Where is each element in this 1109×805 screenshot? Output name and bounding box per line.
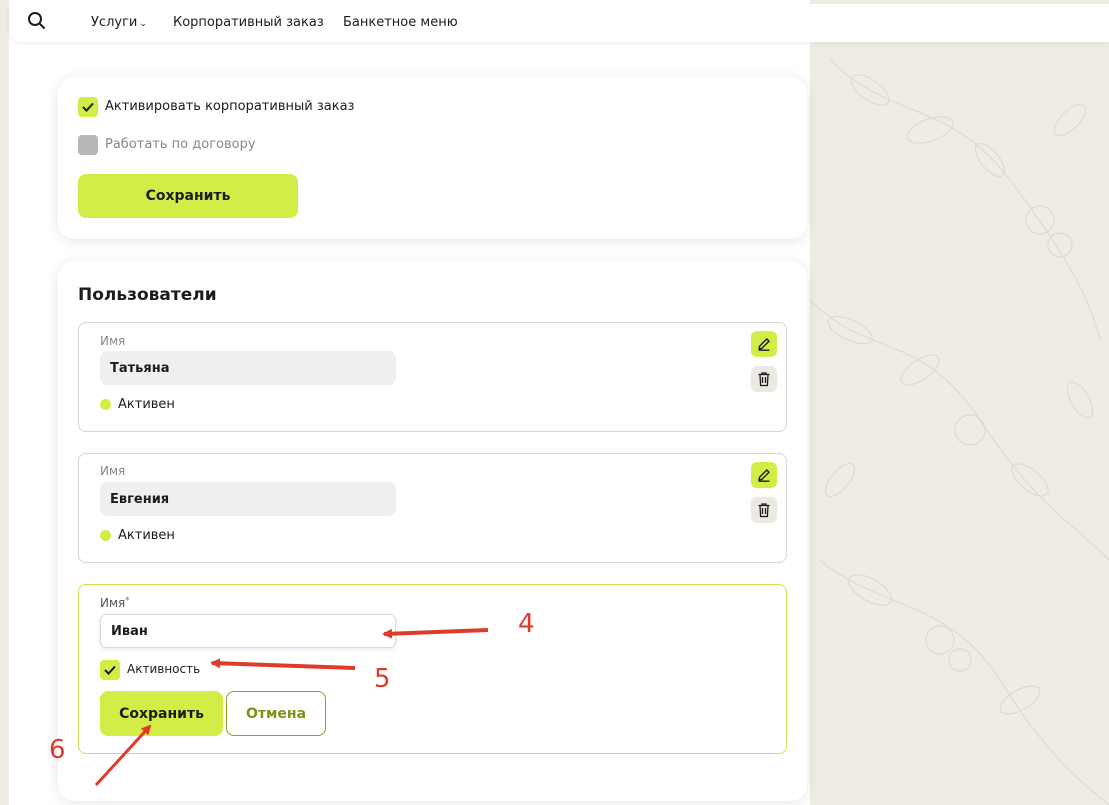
name-field-label: Имя*	[100, 596, 130, 610]
user-item: Имя Евгения Активен	[78, 453, 787, 563]
delete-user-button[interactable]	[751, 497, 777, 523]
activity-label: Активность	[127, 662, 201, 676]
annotation-number-6: 6	[49, 735, 66, 765]
edit-user-button[interactable]	[751, 331, 777, 357]
activity-checkbox[interactable]	[100, 660, 120, 680]
top-navigation: Услуги ⌄ Корпоративный заказ Банкетное ме…	[9, 4, 1109, 42]
pencil-icon	[758, 469, 770, 482]
contract-checkbox[interactable]	[78, 135, 98, 155]
cancel-button[interactable]: Отмена	[226, 691, 326, 736]
users-section-title: Пользователи	[78, 285, 217, 305]
users-card: Пользователи Имя Татьяна Активен Имя Евг…	[58, 261, 807, 801]
name-label-text: Имя	[100, 596, 126, 610]
status-text: Активен	[118, 397, 175, 412]
search-icon[interactable]	[27, 11, 47, 31]
save-settings-button[interactable]: Сохранить	[78, 174, 298, 218]
user-name-value: Евгения	[100, 482, 396, 516]
name-input[interactable]	[100, 614, 396, 648]
name-field-label: Имя	[100, 334, 126, 348]
chevron-down-icon: ⌄	[139, 19, 147, 29]
trash-icon	[758, 503, 770, 518]
new-user-form: Имя* Активность Сохранить Отмена	[78, 584, 787, 754]
trash-icon	[758, 372, 770, 387]
annotation-number-5: 5	[374, 664, 391, 694]
nav-item-corporate-order[interactable]: Корпоративный заказ	[173, 15, 324, 30]
contract-label: Работать по договору	[105, 137, 256, 152]
status-badge: Активен	[100, 397, 175, 412]
edit-user-button[interactable]	[751, 462, 777, 488]
pencil-icon	[758, 338, 770, 351]
check-icon	[104, 665, 116, 675]
check-icon	[82, 102, 94, 112]
status-dot-icon	[100, 530, 111, 541]
nav-item-services[interactable]: Услуги ⌄	[91, 15, 147, 30]
status-dot-icon	[100, 399, 111, 410]
corporate-settings-card: Активировать корпоративный заказ Работат…	[58, 77, 807, 239]
activate-corporate-label: Активировать корпоративный заказ	[105, 99, 355, 114]
delete-user-button[interactable]	[751, 366, 777, 392]
nav-item-banquet-menu[interactable]: Банкетное меню	[343, 15, 458, 30]
activate-corporate-checkbox[interactable]	[78, 97, 98, 117]
save-user-button[interactable]: Сохранить	[100, 691, 223, 736]
user-name-value: Татьяна	[100, 351, 396, 385]
nav-item-label: Услуги	[91, 15, 138, 30]
leaf-pattern-background	[810, 0, 1109, 805]
status-text: Активен	[118, 528, 175, 543]
status-badge: Активен	[100, 528, 175, 543]
required-mark: *	[125, 596, 130, 606]
user-item: Имя Татьяна Активен	[78, 322, 787, 432]
annotation-number-4: 4	[518, 609, 535, 639]
name-field-label: Имя	[100, 464, 126, 478]
